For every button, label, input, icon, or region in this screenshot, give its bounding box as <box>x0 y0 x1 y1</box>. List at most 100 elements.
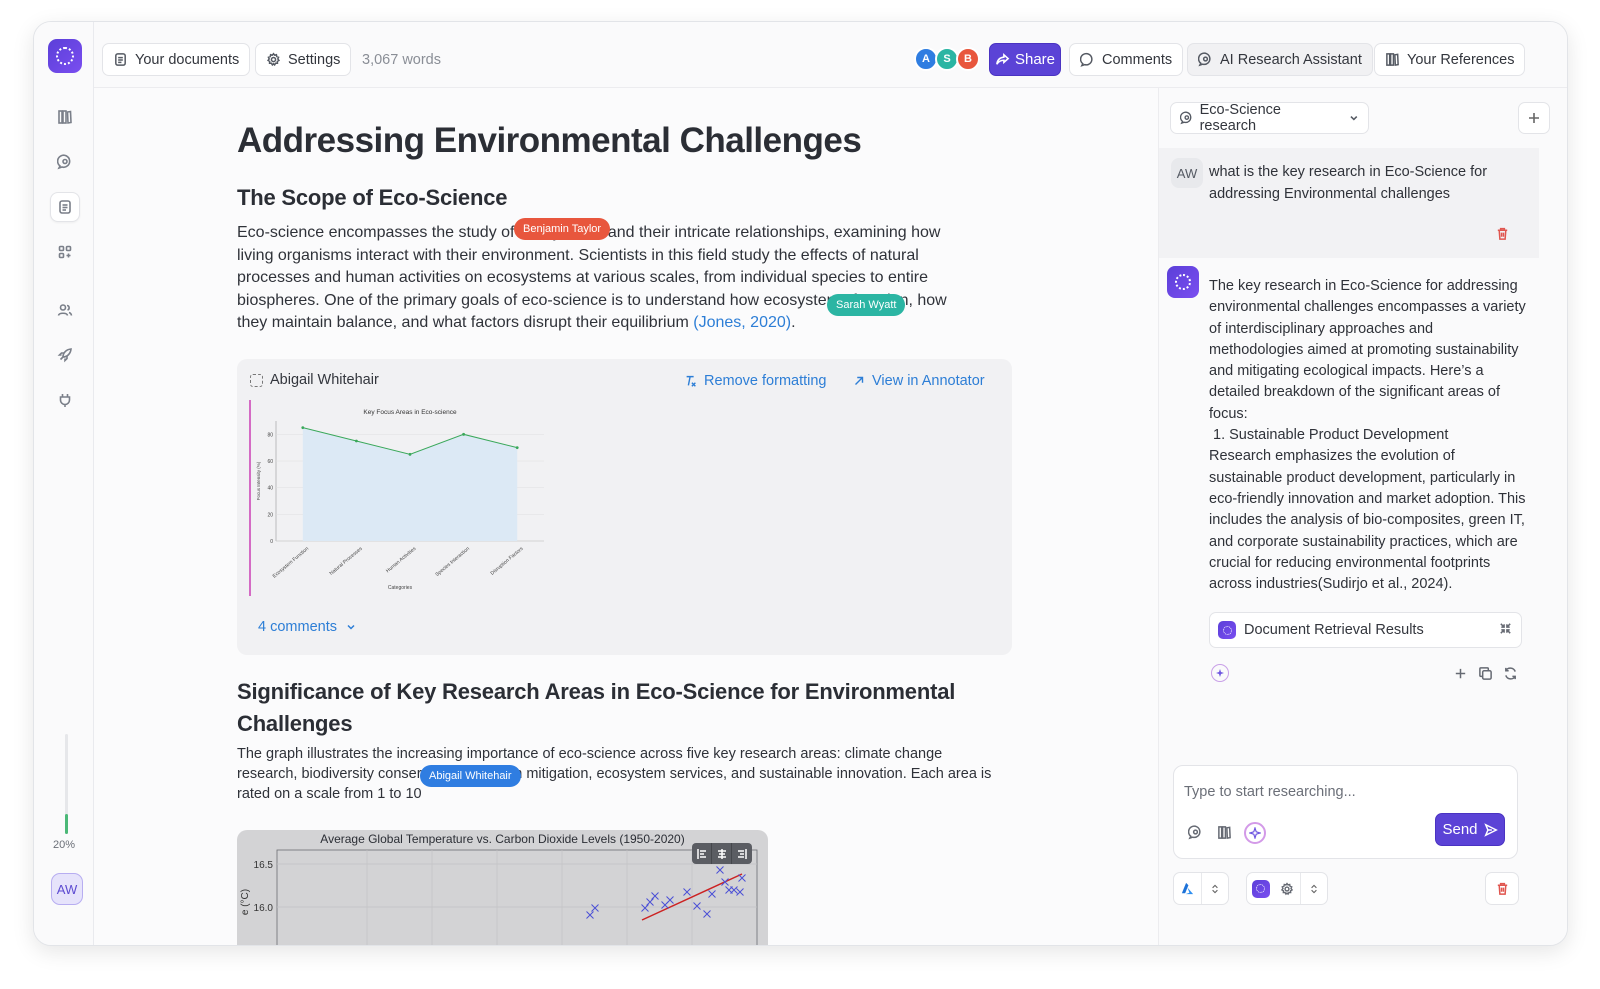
trash-icon <box>1497 227 1508 240</box>
citation-link[interactable]: (Jones, 2020) <box>693 314 791 331</box>
research-input[interactable] <box>1184 784 1504 800</box>
y-tick-label: 0 <box>270 539 273 545</box>
paragraph-text: they maintain balance, and what factors … <box>237 314 689 331</box>
collaborator-initial: A <box>922 53 930 65</box>
model-provider-select[interactable] <box>1173 872 1229 905</box>
paragraph-line: processes and human activities on ecosys… <box>237 269 928 286</box>
retrieval-label: Document Retrieval Results <box>1244 622 1424 638</box>
settings-label: Settings <box>288 51 341 68</box>
section-heading[interactable]: Significance of Key Research Areas in Ec… <box>237 676 1017 740</box>
app-logo[interactable] <box>48 39 82 73</box>
heading-line: Significance of Key Research Areas in Ec… <box>237 679 956 704</box>
align-center-icon <box>717 848 726 859</box>
section-paragraph[interactable]: The graph illustrates the increasing imp… <box>237 744 1037 804</box>
chat-search-icon[interactable] <box>50 147 80 177</box>
paragraph-line: rated on a scale from 1 to 10 <box>237 786 422 802</box>
document-title[interactable]: Addressing Environmental Challenges <box>237 121 862 161</box>
your-documents-button[interactable]: Your documents <box>102 43 251 76</box>
ai-assistant-label: AI Research Assistant <box>1220 51 1362 68</box>
x-tick-label: Ecosystem Function <box>272 546 311 580</box>
new-conversation-button[interactable] <box>1518 102 1550 134</box>
add-to-document-button[interactable] <box>1453 666 1468 686</box>
users-icon[interactable] <box>50 295 80 325</box>
clear-chat-button[interactable] <box>1485 872 1519 905</box>
assistant-list-item: 1. Sustainable Product Development <box>1213 427 1449 444</box>
collapse-icon[interactable] <box>1498 621 1513 640</box>
chart-title: Key Focus Areas in Eco-science <box>363 409 457 416</box>
paragraph-line: Eco-science encompasses the study of eco… <box>237 224 941 241</box>
regenerate-button[interactable] <box>1503 666 1518 686</box>
y-tick-label: 16.5 <box>254 860 274 871</box>
top-bar: Your documents Settings 3,067 words A S … <box>94 22 1567 88</box>
comments-toggle[interactable]: 4 comments <box>258 619 356 635</box>
chat-search-icon <box>1180 111 1192 125</box>
remove-formatting-label: Remove formatting <box>704 373 827 389</box>
send-button[interactable]: Send <box>1435 813 1505 846</box>
delete-message-button[interactable] <box>1495 226 1510 246</box>
scatter-plot: 16.0 16.5 e (°C) <box>240 849 758 945</box>
arrow-up-right-icon <box>855 376 864 385</box>
y-tick-label: 60 <box>267 459 273 465</box>
share-button[interactable]: Share <box>989 43 1061 76</box>
heading-line: Challenges <box>237 711 353 736</box>
assistant-mode-select[interactable] <box>1246 872 1328 905</box>
align-right-button[interactable] <box>732 843 752 864</box>
plug-icon[interactable] <box>50 385 80 415</box>
section-heading[interactable]: The Scope of Eco-Science <box>237 185 507 211</box>
ai-research-assistant-button[interactable]: AI Research Assistant <box>1187 43 1373 76</box>
chat-search-icon[interactable] <box>1187 825 1203 845</box>
chat-search-icon <box>1198 52 1211 67</box>
share-label: Share <box>1014 51 1056 68</box>
document-icon[interactable] <box>50 192 80 222</box>
rocket-icon[interactable] <box>50 340 80 370</box>
section-paragraph[interactable]: Eco-science encompasses the study of eco… <box>237 222 1007 335</box>
app-logo-icon <box>1247 873 1274 904</box>
author-color-bar <box>249 400 251 596</box>
collaborator-cursor-tag: Benjamin Taylor <box>514 218 611 240</box>
your-references-button[interactable]: Your References <box>1374 43 1526 76</box>
card-author: Abigail Whitehair <box>250 372 379 388</box>
document-retrieval-results[interactable]: Document Retrieval Results <box>1209 612 1522 648</box>
collaborator-initial: B <box>964 53 972 65</box>
user-avatar: AW <box>1171 158 1203 188</box>
chevron-updown-icon <box>1301 873 1327 904</box>
card-author-name: Abigail Whitehair <box>270 372 379 388</box>
align-right-icon <box>738 848 747 859</box>
align-center-button[interactable] <box>712 843 732 864</box>
embedded-figure-card: Abigail Whitehair Remove formatting View… <box>237 359 1012 655</box>
conversation-select[interactable]: Eco-Science research <box>1170 102 1369 134</box>
assistant-intro: The key research in Eco-Science for addr… <box>1209 278 1526 422</box>
sparkle-icon[interactable] <box>1211 664 1229 682</box>
data-point <box>301 426 305 430</box>
library-icon <box>1386 53 1399 67</box>
assistant-detail: Research emphasizes the evolution of sus… <box>1209 448 1526 593</box>
ai-sparkle-toggle[interactable] <box>1244 822 1266 844</box>
chevron-down-icon <box>347 624 355 630</box>
x-tick-label: Disruption Factors <box>490 546 525 577</box>
plot-area <box>276 849 758 945</box>
copy-button[interactable] <box>1478 666 1493 686</box>
gear-icon[interactable] <box>1274 873 1301 904</box>
library-icon[interactable] <box>1217 825 1232 845</box>
comments-count: 4 comments <box>258 619 337 635</box>
app-window: 20% AW Your documents Settings 3,067 wor… <box>33 21 1568 946</box>
remove-formatting-button[interactable]: Remove formatting <box>684 373 827 389</box>
library-icon[interactable] <box>50 102 80 132</box>
your-documents-label: Your documents <box>135 51 240 68</box>
y-tick-label: 16.0 <box>254 903 274 914</box>
send-label: Send <box>1442 821 1478 838</box>
chart-alignment-toolbar <box>692 843 752 864</box>
apps-icon[interactable] <box>50 237 80 267</box>
assistant-message: The key research in Eco-Science for addr… <box>1209 276 1527 595</box>
data-point <box>515 446 519 450</box>
document-editor[interactable]: Addressing Environmental Challenges The … <box>94 88 1158 945</box>
trash-icon <box>1497 882 1507 895</box>
ai-assistant-panel: Eco-Science research AW what is the key … <box>1158 88 1567 945</box>
comments-button[interactable]: Comments <box>1069 43 1184 76</box>
settings-button[interactable]: Settings <box>255 43 352 76</box>
progress-fill <box>65 814 68 834</box>
user-avatar[interactable]: AW <box>51 873 83 905</box>
align-left-button[interactable] <box>692 843 712 864</box>
view-in-annotator-button[interactable]: View in Annotator <box>852 373 985 389</box>
collaborator-avatar[interactable]: B <box>956 47 980 71</box>
